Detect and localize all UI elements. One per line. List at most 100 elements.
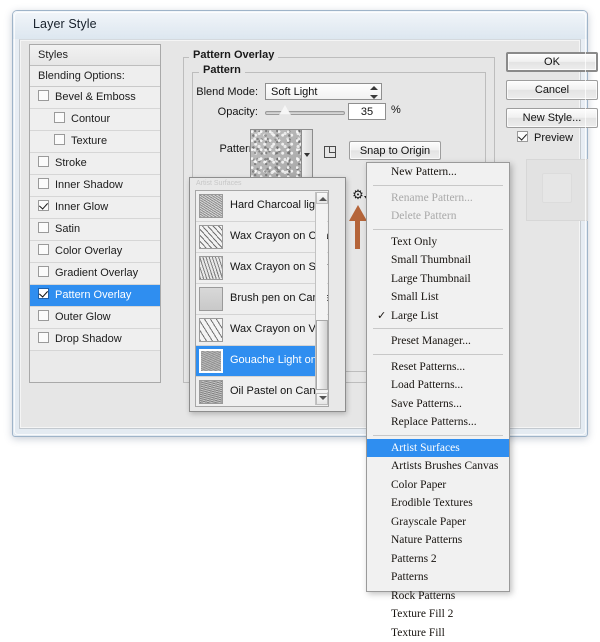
pattern-swatch[interactable] — [250, 129, 302, 181]
sidebar-item-label: Satin — [55, 223, 80, 235]
list-item[interactable]: Wax Crayon on Charc — [196, 222, 328, 253]
menu-item-artist-surfaces[interactable]: Artist Surfaces — [367, 439, 509, 458]
menu-separator — [373, 435, 503, 436]
menu-item-grayscale-paper[interactable]: Grayscale Paper — [367, 513, 509, 532]
menu-item-text-only[interactable]: Text Only — [367, 233, 509, 252]
opacity-slider-track[interactable] — [265, 111, 345, 115]
list-item[interactable]: Oil Pastel on Canvas — [196, 377, 328, 407]
menu-item-label: Patterns 2 — [391, 553, 437, 565]
scroll-down-arrow-icon[interactable] — [316, 393, 328, 405]
menu-item-label: Save Patterns... — [391, 398, 462, 410]
style-checkbox[interactable] — [38, 90, 49, 101]
menu-item-texture-fill[interactable]: Texture Fill — [367, 624, 509, 642]
menu-item-large-thumbnail[interactable]: Large Thumbnail — [367, 270, 509, 289]
menu-item-artists-brushes-canvas[interactable]: Artists Brushes Canvas — [367, 457, 509, 476]
pattern-label: Pattern: — [196, 143, 258, 155]
preview-label: Preview — [534, 132, 573, 144]
sidebar-item-color-overlay[interactable]: Color Overlay — [30, 241, 160, 263]
menu-item-label: Small List — [391, 291, 439, 303]
pattern-picker-toggle[interactable] — [302, 129, 313, 181]
list-item[interactable]: Hard Charcoal light — [196, 191, 328, 222]
cancel-button[interactable]: Cancel — [506, 80, 598, 100]
style-checkbox[interactable] — [38, 200, 49, 211]
menu-item-patterns-2[interactable]: Patterns 2 — [367, 550, 509, 569]
menu-item-label: Replace Patterns... — [391, 416, 477, 428]
sidebar-item-drop-shadow[interactable]: Drop Shadow — [30, 329, 160, 351]
style-checkbox[interactable] — [38, 244, 49, 255]
pattern-picker-list[interactable]: Hard Charcoal light Wax Crayon on Charc Wa… — [195, 190, 329, 407]
sidebar-item-gradient-overlay[interactable]: Gradient Overlay — [30, 263, 160, 285]
sidebar-item-contour[interactable]: Contour — [30, 109, 160, 131]
style-checkbox[interactable] — [38, 332, 49, 343]
menu-item-patterns[interactable]: Patterns — [367, 568, 509, 587]
pattern-name: Wax Crayon on Charc — [230, 230, 328, 242]
opacity-input[interactable]: 35 — [348, 103, 386, 120]
snap-to-origin-button[interactable]: Snap to Origin — [349, 141, 441, 160]
sidebar-item-pattern-overlay[interactable]: Pattern Overlay — [30, 285, 160, 307]
dialog-titlebar[interactable]: Layer Style — [13, 11, 587, 39]
list-item[interactable]: Gouache Light on Wa — [196, 346, 328, 377]
annotation-arrow — [349, 205, 367, 249]
menu-item-rock-patterns[interactable]: Rock Patterns — [367, 587, 509, 606]
sidebar-item-satin[interactable]: Satin — [30, 219, 160, 241]
list-item[interactable]: Wax Crayon on Vellu — [196, 315, 328, 346]
menu-item-save-patterns[interactable]: Save Patterns... — [367, 395, 509, 414]
style-checkbox[interactable] — [38, 266, 49, 277]
style-checkbox[interactable] — [38, 178, 49, 189]
sidebar-item-inner-glow[interactable]: Inner Glow — [30, 197, 160, 219]
sidebar-item-label: Inner Shadow — [55, 179, 123, 191]
style-checkbox[interactable] — [54, 134, 65, 145]
chevron-updown-icon[interactable] — [369, 86, 378, 99]
menu-item-new-pattern[interactable]: New Pattern... — [367, 163, 509, 182]
menu-item-label: Small Thumbnail — [391, 254, 471, 266]
preview-checkbox-row[interactable]: Preview — [517, 131, 573, 144]
list-item[interactable]: Brush pen on Canvas — [196, 284, 328, 315]
menu-item-texture-fill-2[interactable]: Texture Fill 2 — [367, 605, 509, 624]
style-checkbox[interactable] — [38, 222, 49, 233]
preview-checkbox[interactable] — [517, 131, 528, 142]
blend-mode-select[interactable]: Soft Light — [265, 83, 382, 100]
menu-item-preset-manager[interactable]: Preset Manager... — [367, 332, 509, 351]
menu-separator — [373, 185, 503, 186]
menu-item-small-thumbnail[interactable]: Small Thumbnail — [367, 251, 509, 270]
ok-button[interactable]: OK — [506, 52, 598, 72]
menu-item-large-list[interactable]: ✓Large List — [367, 307, 509, 326]
new-style-button[interactable]: New Style... — [506, 108, 598, 128]
opacity-slider-handle[interactable] — [279, 105, 291, 115]
sidebar-item-outer-glow[interactable]: Outer Glow — [30, 307, 160, 329]
blend-mode-label: Blend Mode: — [196, 86, 258, 98]
sidebar-item-label: Contour — [71, 113, 110, 125]
menu-item-color-paper[interactable]: Color Paper — [367, 476, 509, 495]
context-menu-items: New Pattern...Rename Pattern...Delete Pa… — [367, 163, 509, 642]
style-checkbox[interactable] — [38, 156, 49, 167]
pattern-rows: Hard Charcoal light Wax Crayon on Charc Wa… — [196, 191, 328, 407]
sidebar-item-texture[interactable]: Texture — [30, 131, 160, 153]
menu-separator — [373, 354, 503, 355]
blend-mode-value: Soft Light — [271, 86, 317, 98]
pattern-overlay-group-title: Pattern Overlay — [189, 49, 278, 61]
menu-item-small-list[interactable]: Small List — [367, 288, 509, 307]
scroll-up-arrow-icon[interactable] — [316, 192, 328, 204]
style-checkbox[interactable] — [38, 288, 49, 299]
style-checkbox[interactable] — [38, 310, 49, 321]
gear-icon[interactable]: ⚙ — [351, 188, 365, 202]
scrollbar-thumb[interactable] — [316, 320, 328, 390]
list-item[interactable]: Wax Crayon on Sketc — [196, 253, 328, 284]
menu-item-reset-patterns[interactable]: Reset Patterns... — [367, 358, 509, 377]
sidebar-item-inner-shadow[interactable]: Inner Shadow — [30, 175, 160, 197]
link-to-layer-icon[interactable] — [324, 146, 336, 158]
menu-item-nature-patterns[interactable]: Nature Patterns — [367, 531, 509, 550]
sidebar-item-label: Gradient Overlay — [55, 267, 138, 279]
menu-item-label: Texture Fill 2 — [391, 608, 453, 620]
sidebar-item-bevel-emboss[interactable]: Bevel & Emboss — [30, 87, 160, 109]
menu-item-erodible-textures[interactable]: Erodible Textures — [367, 494, 509, 513]
sidebar-item-blending-options[interactable]: Blending Options: Custom — [30, 66, 160, 87]
menu-item-load-patterns[interactable]: Load Patterns... — [367, 376, 509, 395]
style-checkbox[interactable] — [54, 112, 65, 123]
pattern-list-scrollbar[interactable] — [315, 192, 327, 405]
menu-item-label: Erodible Textures — [391, 497, 473, 509]
pattern-thumbnail — [199, 380, 223, 404]
sidebar-item-stroke[interactable]: Stroke — [30, 153, 160, 175]
page-title: Layer Style — [33, 17, 97, 31]
menu-item-replace-patterns[interactable]: Replace Patterns... — [367, 413, 509, 432]
